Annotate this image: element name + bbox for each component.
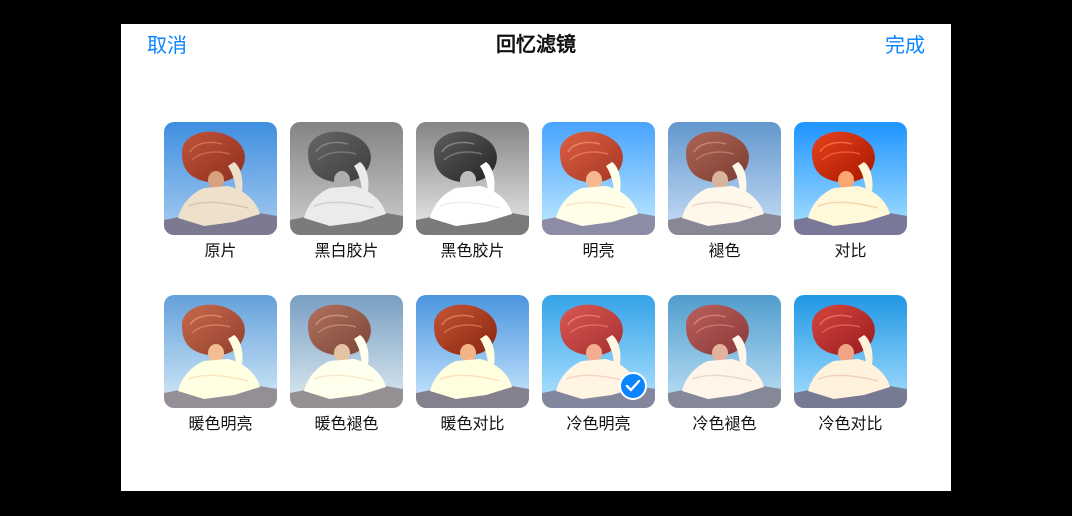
filter-option[interactable]: 冷色褪色 bbox=[668, 295, 781, 434]
filter-thumbnail bbox=[164, 295, 277, 408]
filter-option[interactable]: 原片 bbox=[164, 122, 277, 261]
filter-option[interactable]: 明亮 bbox=[542, 122, 655, 261]
filter-option[interactable]: 黑白胶片 bbox=[290, 122, 403, 261]
filter-thumbnail bbox=[290, 295, 403, 408]
filter-thumbnail bbox=[794, 122, 907, 235]
filter-thumbnail bbox=[290, 122, 403, 235]
filter-option[interactable]: 暖色明亮 bbox=[164, 295, 277, 434]
memory-filter-sheet: 取消 回忆滤镜 完成 原片 黑白胶片 黑色胶片 明亮 褪色 对比 暖色明亮 暖色… bbox=[121, 24, 951, 491]
filter-option[interactable]: 黑色胶片 bbox=[416, 122, 529, 261]
filter-option[interactable]: 冷色对比 bbox=[794, 295, 907, 434]
filter-thumbnail bbox=[668, 295, 781, 408]
filter-thumbnail bbox=[794, 295, 907, 408]
filter-label: 对比 bbox=[834, 241, 867, 260]
filter-thumbnail bbox=[416, 295, 529, 408]
filter-label: 暖色对比 bbox=[440, 414, 505, 433]
filter-label: 冷色对比 bbox=[818, 414, 883, 433]
filter-option[interactable]: 冷色明亮 bbox=[542, 295, 655, 434]
filter-thumbnail bbox=[542, 295, 655, 408]
filter-label: 暖色明亮 bbox=[188, 414, 253, 433]
filter-option[interactable]: 暖色对比 bbox=[416, 295, 529, 434]
filter-thumbnail bbox=[668, 122, 781, 235]
filter-option[interactable]: 褪色 bbox=[668, 122, 781, 261]
filter-thumbnail bbox=[416, 122, 529, 235]
filter-label: 冷色明亮 bbox=[566, 414, 631, 433]
filter-label: 冷色褪色 bbox=[692, 414, 757, 433]
filter-option[interactable]: 对比 bbox=[794, 122, 907, 261]
filter-thumbnail bbox=[542, 122, 655, 235]
filter-thumbnail bbox=[164, 122, 277, 235]
filter-label: 暖色褪色 bbox=[314, 414, 379, 433]
sheet-title: 回忆滤镜 bbox=[496, 32, 576, 56]
filter-label: 褪色 bbox=[708, 241, 741, 260]
filter-label: 黑白胶片 bbox=[314, 241, 379, 260]
filter-label: 明亮 bbox=[582, 241, 615, 260]
checkmark-icon bbox=[619, 372, 647, 400]
filter-label: 黑色胶片 bbox=[440, 241, 505, 260]
done-button[interactable]: 完成 bbox=[885, 33, 925, 57]
filter-option[interactable]: 暖色褪色 bbox=[290, 295, 403, 434]
filter-label: 原片 bbox=[204, 241, 237, 260]
